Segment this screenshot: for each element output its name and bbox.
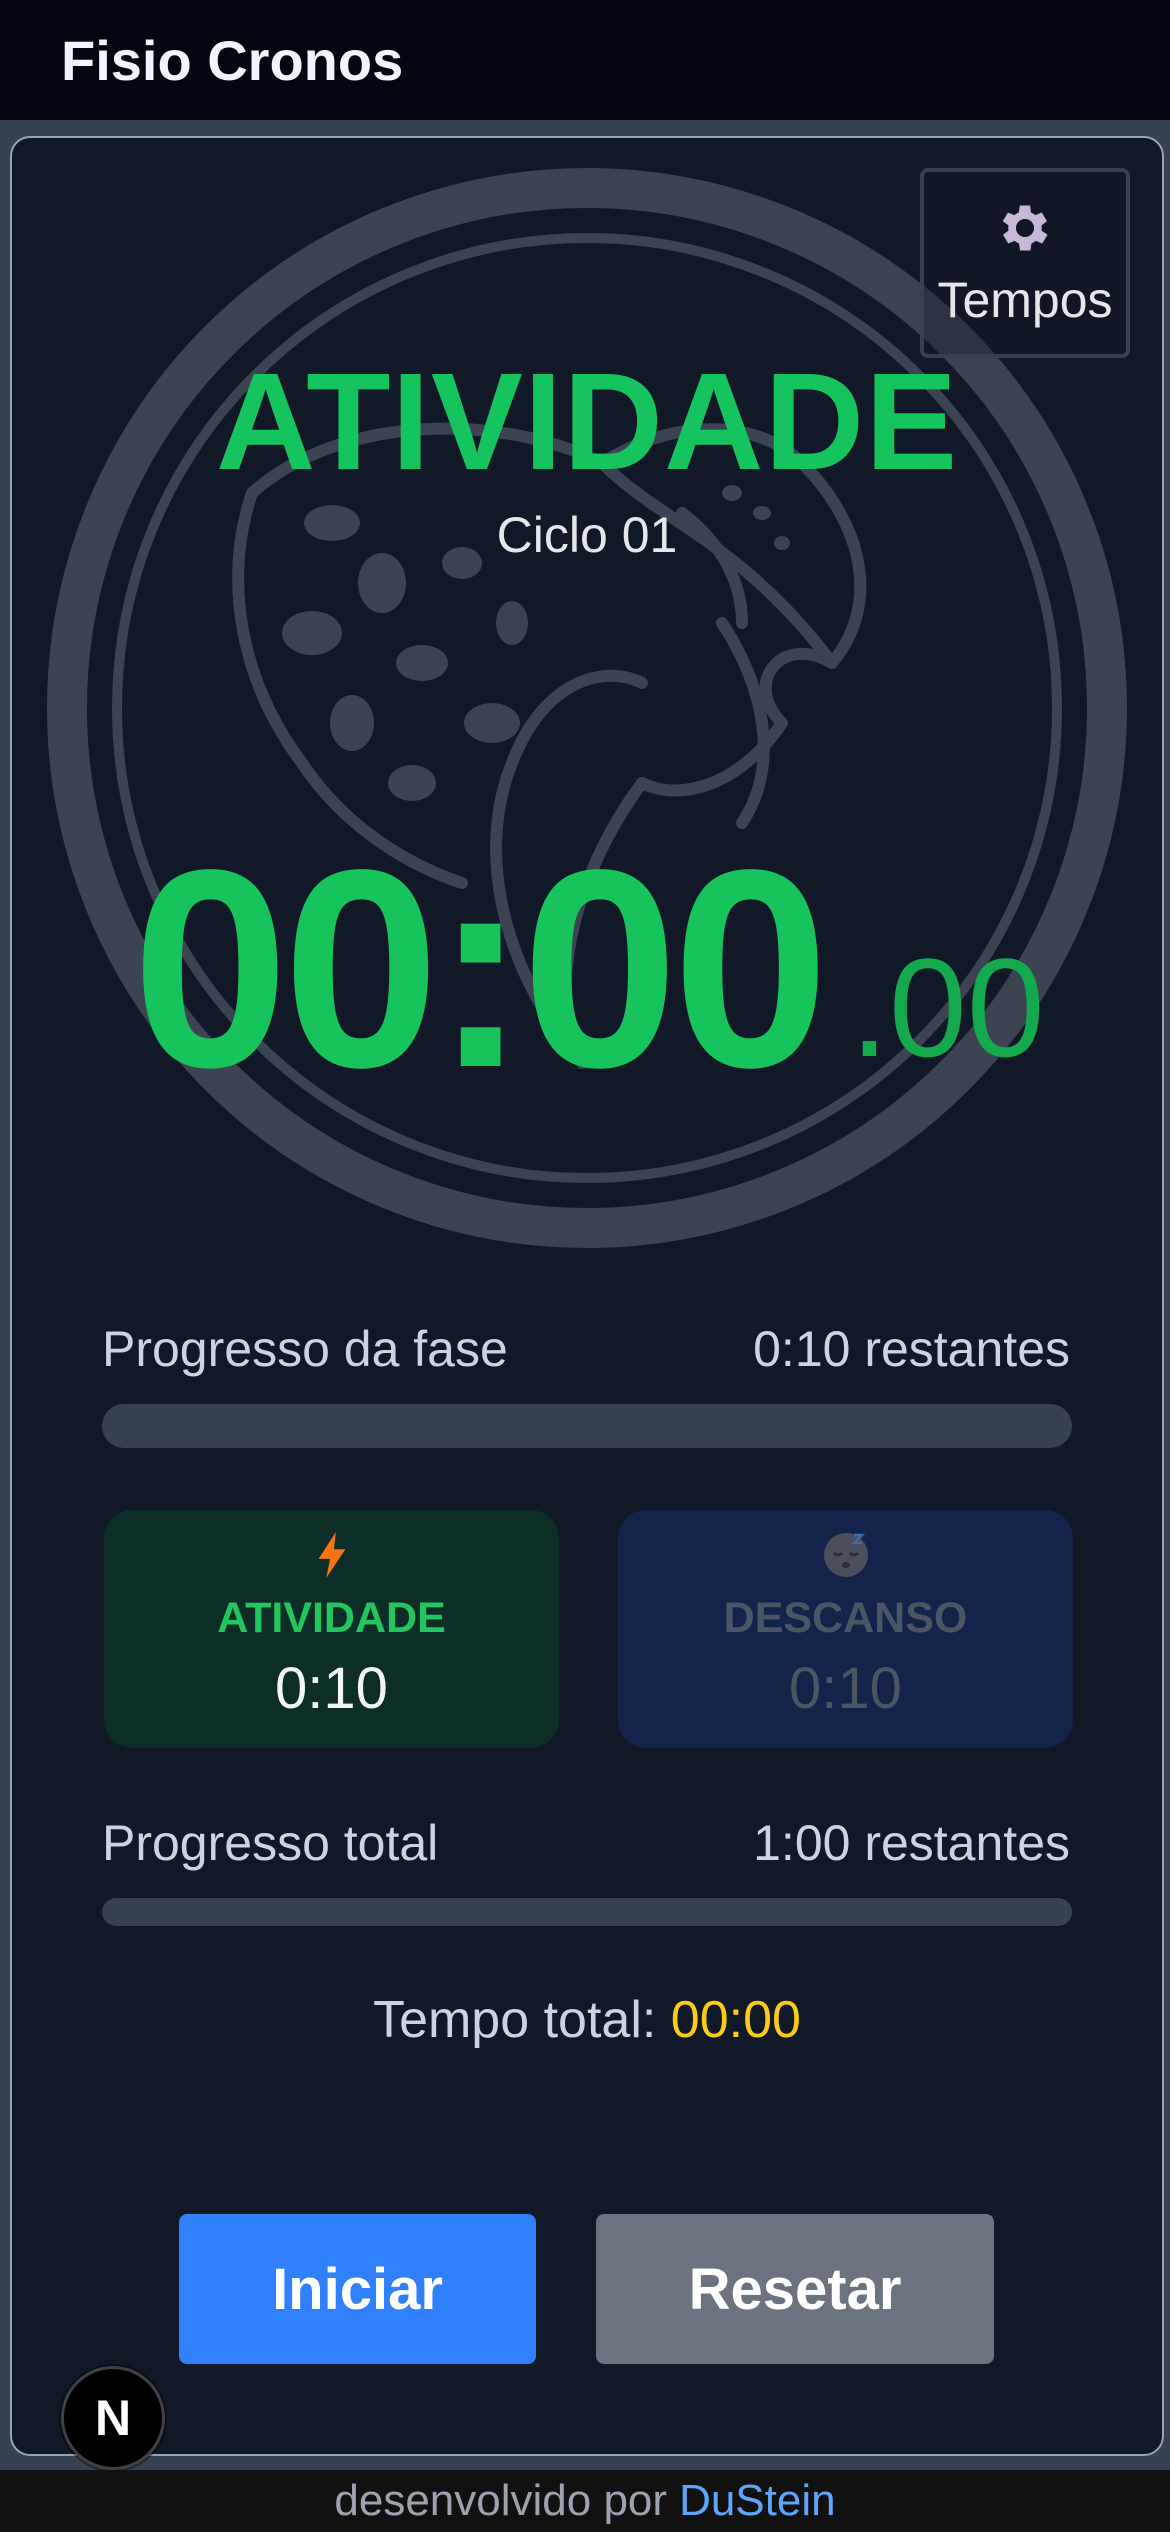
rest-phase-name: DESCANSO <box>723 1594 968 1642</box>
current-phase-title: ATIVIDADE <box>215 345 959 499</box>
dev-badge-letter: N <box>94 2390 132 2446</box>
dev-badge-button[interactable]: N <box>61 2366 165 2470</box>
timer-centiseconds: .00 <box>850 929 1045 1086</box>
timer-main-digits: 00:00 <box>132 811 829 1126</box>
rest-phase-card[interactable]: DESCANSO 0:10 <box>618 1510 1073 1748</box>
total-progress-label: Progresso total <box>102 1815 439 1871</box>
settings-button[interactable]: Tempos <box>920 168 1130 358</box>
phase-progress-bar <box>102 1404 1072 1448</box>
start-button[interactable]: Iniciar <box>179 2214 536 2364</box>
settings-label: Tempos <box>937 272 1113 328</box>
sleeping-face-icon <box>822 1530 870 1580</box>
gear-icon <box>1002 205 1048 251</box>
lightning-icon <box>316 1530 348 1580</box>
total-time-value: 00:00 <box>670 1991 801 2049</box>
activity-phase-time: 0:10 <box>275 1656 388 1721</box>
footer-prefix: desenvolvido por <box>334 2476 668 2525</box>
footer-author-link[interactable]: DuStein <box>679 2476 836 2526</box>
total-time-label: Tempo total: <box>373 1991 657 2049</box>
timer-card: Tempos ATIVIDADE Ciclo 01 00:00 .00 Prog… <box>10 136 1164 2456</box>
phase-progress-remaining: 0:10 restantes <box>753 1321 1070 1377</box>
activity-phase-card[interactable]: ATIVIDADE 0:10 <box>104 1510 559 1748</box>
phase-progress-label: Progresso da fase <box>102 1321 508 1377</box>
total-progress-remaining: 1:00 restantes <box>753 1815 1070 1871</box>
footer: desenvolvido por DuStein <box>0 2470 1170 2532</box>
countdown-timer: 00:00 .00 <box>132 811 1092 1126</box>
app-title: Fisio Cronos <box>61 28 404 92</box>
activity-phase-name: ATIVIDADE <box>217 1594 446 1642</box>
reset-button[interactable]: Resetar <box>596 2214 994 2364</box>
app-header: Fisio Cronos <box>0 0 1170 120</box>
rest-phase-time: 0:10 <box>789 1656 902 1721</box>
total-progress-bar <box>102 1898 1072 1926</box>
total-time: Tempo total: 00:00 <box>12 1990 1162 2050</box>
cycle-label: Ciclo 01 <box>496 507 678 563</box>
